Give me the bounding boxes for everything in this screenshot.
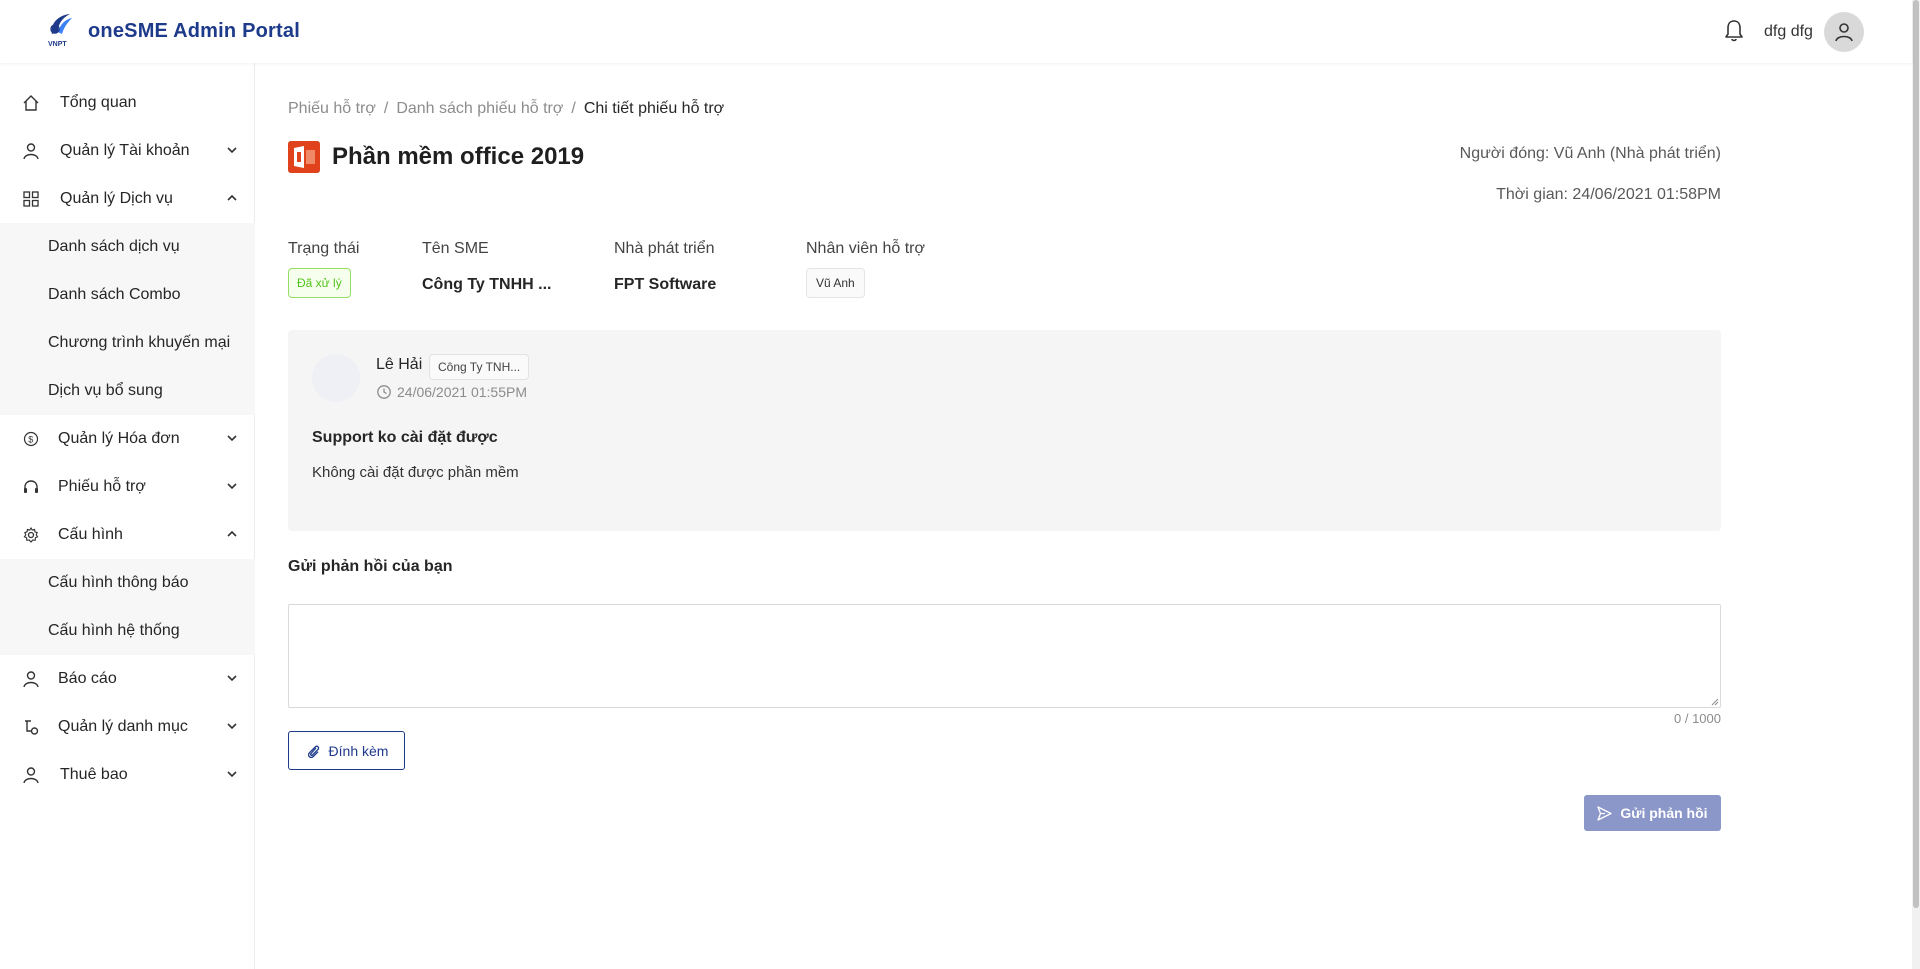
sidebar-item-overview[interactable]: Tổng quan xyxy=(0,79,255,127)
send-icon xyxy=(1597,805,1613,821)
sme-value: Công Ty TNHH ... xyxy=(422,276,552,293)
bell-icon[interactable] xyxy=(1722,18,1746,44)
sidebar-item-categories[interactable]: Quản lý danh mục xyxy=(0,703,255,751)
user-icon xyxy=(23,767,39,784)
user-icon xyxy=(23,671,39,688)
developer-label: Nhà phát triển xyxy=(614,240,715,257)
closed-by: Người đóng: Vũ Anh (Nhà phát triển) xyxy=(1459,145,1721,162)
status-label: Trạng thái xyxy=(288,240,360,257)
sidebar-item-promotions[interactable]: Chương trình khuyến mại xyxy=(0,319,255,367)
dollar-icon: $ xyxy=(23,431,39,447)
reply-heading: Gửi phản hồi của bạn xyxy=(288,558,453,575)
grid-icon xyxy=(23,191,39,207)
send-reply-button[interactable]: Gửi phản hồi xyxy=(1584,795,1721,831)
clock-icon xyxy=(377,385,391,399)
sidebar-item-services[interactable]: Quản lý Dịch vụ xyxy=(0,175,255,223)
closed-time: Thời gian: 24/06/2021 01:58PM xyxy=(1496,186,1721,203)
sidebar-item-system-config[interactable]: Cấu hình hệ thống xyxy=(0,607,255,655)
paperclip-icon xyxy=(307,745,319,758)
chevron-up-icon xyxy=(227,530,237,537)
office-icon xyxy=(288,141,320,173)
support-staff-badge: Vũ Anh xyxy=(806,268,865,298)
developer-value: FPT Software xyxy=(614,276,717,293)
sidebar-item-label: Phiếu hỗ trợ xyxy=(58,478,146,495)
attach-button[interactable]: Đính kèm xyxy=(288,731,405,770)
sme-label: Tên SME xyxy=(422,240,489,257)
sidebar: Tổng quan Quản lý Tài khoản Quản lý Dịch… xyxy=(0,63,255,969)
reply-textarea[interactable] xyxy=(288,604,1721,708)
page-scrollbar-thumb[interactable] xyxy=(1913,0,1919,908)
chevron-down-icon xyxy=(227,483,237,490)
sidebar-item-label: Tổng quan xyxy=(60,94,137,111)
sidebar-item-subscriptions[interactable]: Thuê bao xyxy=(0,751,255,799)
message-author: Lê Hải xyxy=(376,356,423,373)
sidebar-item-label: Cấu hình xyxy=(58,526,123,543)
message-time: 24/06/2021 01:55PM xyxy=(397,384,527,400)
sidebar-item-label: Quản lý Tài khoản xyxy=(60,142,190,159)
app-title: oneSME Admin Portal xyxy=(88,20,300,42)
user-icon xyxy=(1835,23,1853,42)
sidebar-item-notification-config[interactable]: Cấu hình thông báo xyxy=(0,559,255,607)
page-title: Phần mềm office 2019 xyxy=(332,143,585,170)
sidebar-item-combo-list[interactable]: Danh sách Combo xyxy=(0,271,255,319)
message-avatar xyxy=(312,354,360,402)
support-staff-label: Nhân viên hỗ trợ xyxy=(806,240,925,257)
message-card: Lê Hải Công Ty TNH... 24/06/2021 01:55PM… xyxy=(288,330,1721,531)
char-counter: 0 / 1000 xyxy=(1674,711,1721,726)
message-company-badge: Công Ty TNH... xyxy=(429,354,530,380)
sidebar-item-label: Quản lý Hóa đơn xyxy=(58,430,180,447)
sidebar-item-label: Quản lý Dịch vụ xyxy=(60,190,173,207)
sidebar-item-label: Cấu hình thông báo xyxy=(48,574,189,591)
sidebar-item-accounts[interactable]: Quản lý Tài khoản xyxy=(0,127,255,175)
sidebar-item-label: Thuê bao xyxy=(60,766,128,783)
sidebar-item-label: Quản lý danh mục xyxy=(58,718,188,735)
user-icon xyxy=(23,143,39,160)
sidebar-item-label: Cấu hình hệ thống xyxy=(48,622,180,639)
breadcrumb: Phiếu hỗ trợ / Danh sách phiếu hỗ trợ / Chi … xyxy=(288,100,724,118)
message-subject: Support ko cài đặt được xyxy=(312,429,498,446)
sidebar-item-invoices[interactable]: $ Quản lý Hóa đơn xyxy=(0,415,255,463)
sidebar-item-label: Chương trình khuyến mại xyxy=(48,334,231,351)
home-icon xyxy=(23,95,39,111)
breadcrumb-separator: / xyxy=(383,100,389,117)
sidebar-item-label: Danh sách dịch vụ xyxy=(48,238,180,255)
breadcrumb-link-ticket-list[interactable]: Danh sách phiếu hỗ trợ xyxy=(396,100,563,117)
breadcrumb-separator: / xyxy=(571,100,576,117)
sidebar-item-reports[interactable]: Báo cáo xyxy=(0,655,255,703)
avatar[interactable] xyxy=(1824,12,1864,52)
send-button-label: Gửi phản hồi xyxy=(1620,805,1708,821)
chevron-down-icon xyxy=(227,435,237,442)
sidebar-item-label: Danh sách Combo xyxy=(48,286,181,303)
sidebar-item-config[interactable]: Cấu hình xyxy=(0,511,255,559)
status-badge: Đã xử lý xyxy=(288,268,351,298)
category-icon xyxy=(25,720,39,735)
svg-text:VNPT: VNPT xyxy=(48,41,67,48)
sidebar-item-label: Dịch vụ bổ sung xyxy=(48,382,163,399)
chevron-down-icon xyxy=(227,675,237,682)
gear-icon xyxy=(23,526,39,543)
breadcrumb-current: Chi tiết phiếu hỗ trợ xyxy=(583,100,725,117)
vnpt-logo[interactable]: VNPT xyxy=(46,12,74,48)
breadcrumb-link-support[interactable]: Phiếu hỗ trợ xyxy=(288,100,376,117)
chevron-down-icon xyxy=(227,723,237,730)
chevron-up-icon xyxy=(227,194,237,201)
chevron-down-icon xyxy=(227,771,237,778)
sidebar-item-addon-services[interactable]: Dịch vụ bổ sung xyxy=(0,367,255,415)
sidebar-item-label: Báo cáo xyxy=(58,670,117,687)
top-header: VNPT oneSME Admin Portal dfg dfg xyxy=(0,0,1912,63)
attach-button-label: Đính kèm xyxy=(328,742,389,759)
services-submenu: Danh sách dịch vụ Danh sách Combo Chương… xyxy=(0,223,255,415)
svg-text:$: $ xyxy=(28,435,33,445)
chevron-down-icon xyxy=(227,147,237,154)
sidebar-item-support-tickets[interactable]: Phiếu hỗ trợ xyxy=(0,463,255,511)
headset-icon xyxy=(24,480,38,493)
sidebar-item-service-list[interactable]: Danh sách dịch vụ xyxy=(0,223,255,271)
user-name[interactable]: dfg dfg xyxy=(1764,23,1813,41)
config-submenu: Cấu hình thông báo Cấu hình hệ thống xyxy=(0,559,255,655)
message-body: Không cài đặt được phần mềm xyxy=(312,464,519,481)
resize-handle-icon[interactable] xyxy=(1709,696,1719,706)
